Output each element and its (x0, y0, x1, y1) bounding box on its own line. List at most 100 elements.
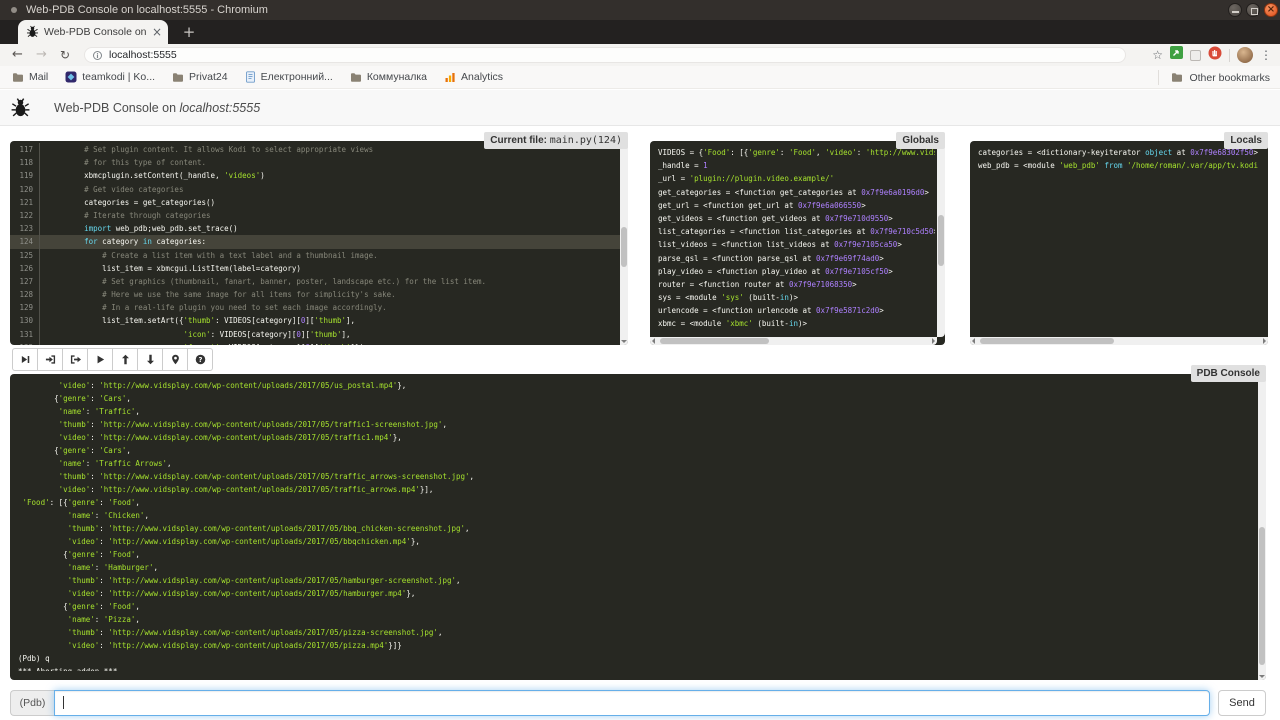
continue-button[interactable] (87, 348, 113, 371)
code-line: 132 'fanart': VIDEOS[category][0]['thumb… (10, 341, 620, 345)
step-into-button[interactable] (37, 348, 63, 371)
scrollbar-thumb[interactable] (980, 338, 1114, 344)
tab-close-icon[interactable]: × (152, 20, 162, 44)
other-bookmarks-button[interactable]: Other bookmarks (1158, 70, 1270, 85)
bookmark-label: teamkodi | Ko... (82, 71, 155, 83)
scrollbar-thumb[interactable] (1259, 527, 1265, 665)
current-file-panel: Current file: main.py(124) 117 # Set plu… (10, 141, 628, 345)
output-line: 'name': 'Chicken', (18, 509, 1254, 522)
arrow-down-icon (145, 354, 156, 365)
reload-icon[interactable]: ↻ (60, 44, 70, 66)
text-caret (63, 696, 64, 709)
console-vertical-scrollbar[interactable] (1258, 374, 1266, 680)
output-line: 'name': 'Hamburger', (18, 561, 1254, 574)
line-number: 127 (10, 275, 40, 288)
output-line: 'video': 'http://www.vidsplay.com/wp-con… (18, 431, 1254, 444)
bookmark-star-icon[interactable]: ☆ (1152, 48, 1163, 62)
bookmark-label: Privat24 (189, 71, 228, 83)
bookmarks-list: Mail teamkodi | Ko... Privat24 Електронний.… (12, 66, 503, 88)
down-button[interactable] (137, 348, 163, 371)
next-button[interactable] (12, 348, 38, 371)
minimize-button[interactable] (1228, 3, 1242, 17)
browser-tab[interactable]: Web-PDB Console on loca × (18, 20, 168, 44)
window-title: Web-PDB Console on localhost:5555 - Chro… (26, 0, 268, 20)
command-input[interactable] (54, 690, 1210, 716)
output-line: urlencode = <function urlencode at 0x7f9… (658, 304, 935, 317)
line-number: 130 (10, 314, 40, 327)
code-line: 123 import web_pdb;web_pdb.set_trace() (10, 222, 620, 235)
pdb-console-badge: PDB Console (1191, 365, 1266, 382)
bookmark-label: Електронний... (261, 71, 333, 83)
bookmark-item[interactable]: Коммуналка (350, 71, 427, 83)
folder-icon (172, 72, 184, 83)
bookmark-label: Коммуналка (367, 71, 427, 83)
scroll-right-icon[interactable] (932, 338, 935, 344)
scroll-right-icon[interactable] (1263, 338, 1266, 344)
code-vertical-scrollbar[interactable] (620, 141, 628, 345)
send-button[interactable]: Send (1218, 690, 1266, 716)
site-info-icon[interactable] (93, 51, 102, 60)
extension-green-icon[interactable] (1170, 46, 1183, 64)
help-button[interactable]: ? (187, 348, 213, 371)
chart-icon (444, 71, 456, 83)
output-line: list_videos = <function list_videos at 0… (658, 238, 935, 251)
output-line: play_video = <function play_video at 0x7… (658, 265, 935, 278)
bookmark-item[interactable]: Електронний... (245, 71, 333, 83)
back-icon[interactable]: ← (12, 44, 23, 66)
scrollbar-thumb[interactable] (660, 338, 769, 344)
output-line: get_categories = <function get_categorie… (658, 186, 935, 199)
line-number: 121 (10, 196, 40, 209)
globals-vertical-scrollbar[interactable] (937, 141, 945, 337)
code-line: 129 # In a real-life plugin you need to … (10, 301, 620, 314)
extension-gray-icon[interactable] (1190, 50, 1201, 61)
output-line: _handle = 1 (658, 159, 935, 172)
extension-red-hand-icon[interactable] (1208, 46, 1222, 65)
scroll-left-icon[interactable] (972, 338, 975, 344)
code-line: 130 list_item.setArt({'thumb': VIDEOS[ca… (10, 314, 620, 327)
bookmark-item[interactable]: Mail (12, 71, 48, 83)
globals-horizontal-scrollbar[interactable] (650, 337, 937, 345)
line-number: 129 (10, 301, 40, 314)
code-line: 126 list_item = xbmcgui.ListItem(label=c… (10, 262, 620, 275)
tab-strip: Web-PDB Console on loca × + (0, 20, 1280, 44)
output-line: get_videos = <function get_videos at 0x7… (658, 212, 935, 225)
output-line: (Pdb) q (18, 652, 1254, 665)
return-button[interactable] (62, 348, 88, 371)
new-tab-button[interactable]: + (180, 23, 198, 41)
page-header: Web-PDB Console on localhost:5555 (0, 90, 1280, 126)
close-window-button[interactable]: × (1264, 3, 1278, 17)
maximize-button[interactable] (1246, 3, 1260, 17)
output-line: router = <function router at 0x7f9e71068… (658, 278, 935, 291)
locals-lines: categories = <dictionary-keyiterator obj… (978, 146, 1258, 336)
code-line: 124 for category in categories: (10, 235, 620, 248)
output-line: {'genre': 'Cars', (18, 392, 1254, 405)
globals-lines: VIDEOS = {'Food': [{'genre': 'Food', 'vi… (658, 146, 935, 336)
question-icon: ? (195, 354, 206, 365)
scroll-left-icon[interactable] (652, 338, 655, 344)
scrollbar-thumb[interactable] (621, 227, 627, 268)
log-out-icon (70, 354, 81, 365)
bookmark-item[interactable]: Privat24 (172, 71, 228, 83)
forward-icon[interactable]: → (36, 44, 47, 66)
line-number: 126 (10, 262, 40, 275)
output-line: {'genre': 'Food', (18, 600, 1254, 613)
code-line: 127 # Set graphics (thumbnail, fanart, b… (10, 275, 620, 288)
code-line: 131 'icon': VIDEOS[category][0]['thumb']… (10, 328, 620, 341)
bookmark-item[interactable]: Analytics (444, 71, 503, 83)
bookmark-item[interactable]: teamkodi | Ko... (65, 71, 155, 83)
address-bar[interactable]: localhost:5555 (84, 47, 1126, 63)
browser-menu-icon[interactable]: ⋮ (1260, 48, 1272, 62)
scroll-down-icon[interactable] (621, 340, 627, 343)
where-button[interactable] (162, 348, 188, 371)
output-line: 'thumb': 'http://www.vidsplay.com/wp-con… (18, 574, 1254, 587)
locals-horizontal-scrollbar[interactable] (970, 337, 1268, 345)
doc-icon (245, 71, 256, 83)
output-line: 'video': 'http://www.vidsplay.com/wp-con… (18, 639, 1254, 652)
profile-avatar[interactable] (1237, 47, 1253, 63)
console-lines: 'video': 'http://www.vidsplay.com/wp-con… (18, 379, 1254, 671)
up-button[interactable] (112, 348, 138, 371)
scroll-down-icon[interactable] (1259, 675, 1265, 678)
scrollbar-thumb[interactable] (938, 215, 944, 266)
code-line: 128 # Here we use the same image for all… (10, 288, 620, 301)
code-line: 122 # Iterate through categories (10, 209, 620, 222)
